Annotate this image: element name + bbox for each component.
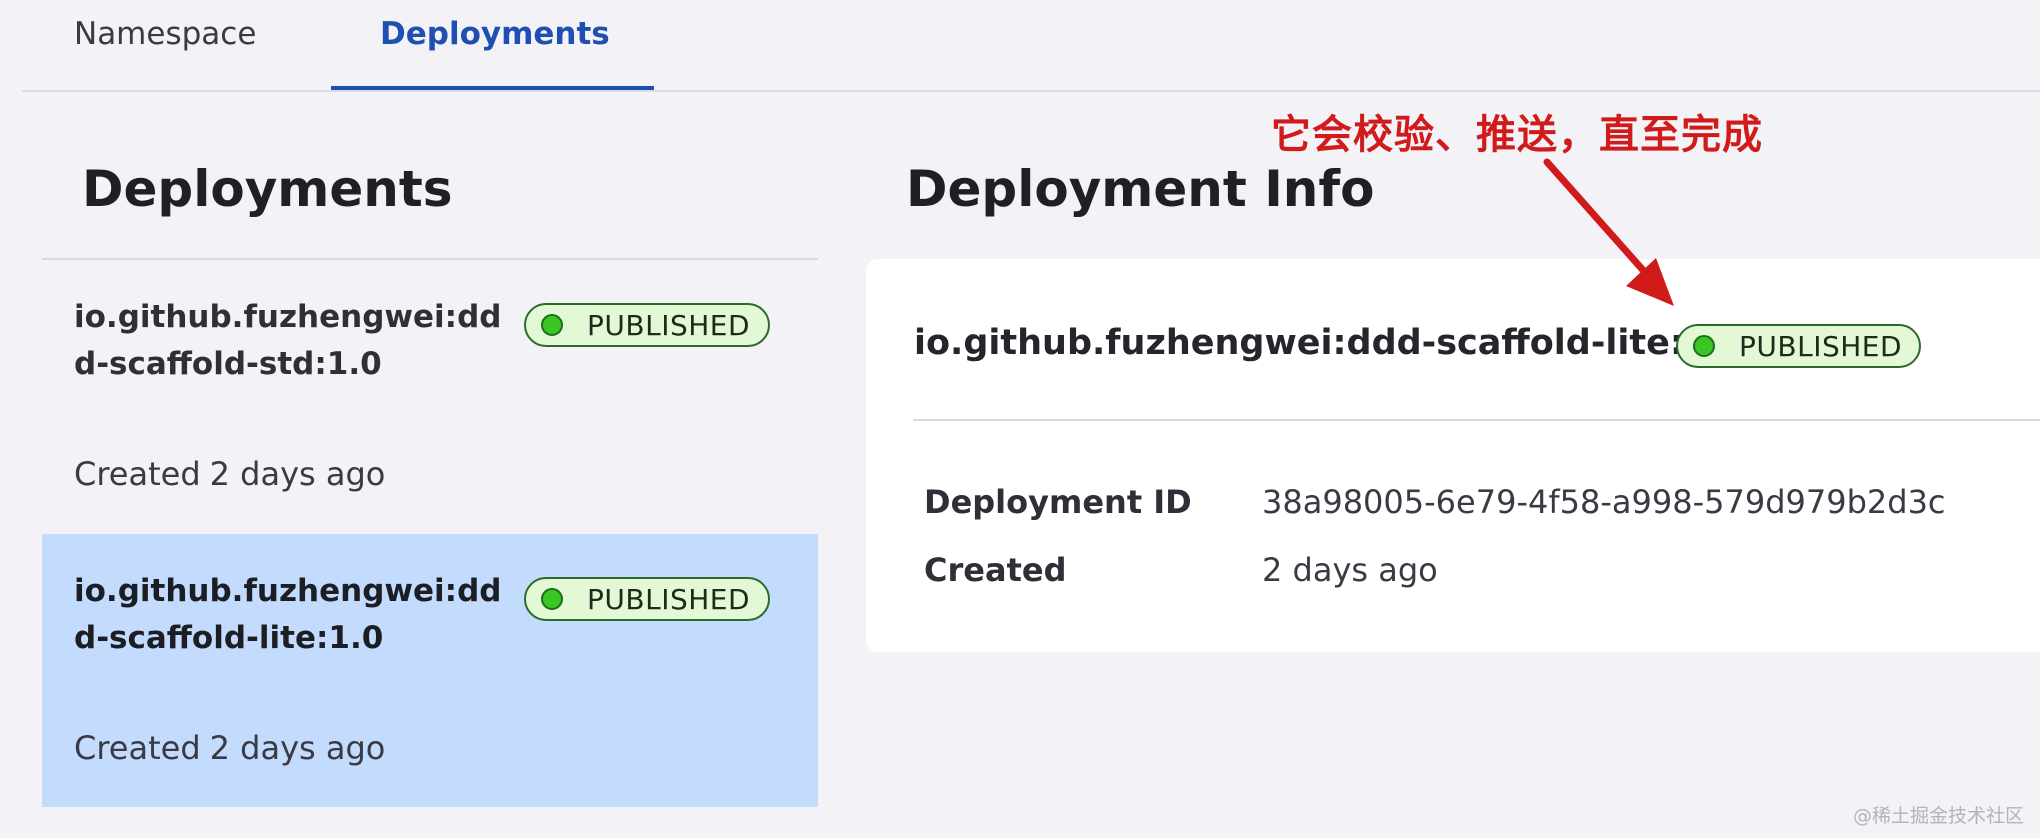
tab-namespace[interactable]: Namespace: [74, 16, 256, 52]
status-label: PUBLISHED: [587, 582, 751, 616]
status-dot-icon: [1693, 335, 1715, 357]
tab-deployments[interactable]: Deployments: [380, 16, 610, 52]
created-text: Created 2 days ago: [74, 729, 385, 767]
status-badge: PUBLISHED: [524, 303, 770, 347]
created-ago: 2 days ago: [209, 729, 386, 767]
created-label: Created: [924, 551, 1067, 589]
deployment-info-name: io.github.fuzhengwei:ddd-scaffold-lite:1…: [914, 323, 1746, 363]
watermark: @稀土掘金技术社区: [1852, 805, 2024, 827]
created-text: Created 2 days ago: [74, 455, 385, 493]
deployment-info-card: [866, 259, 2040, 652]
tab-bar: Namespace Deployments: [22, 0, 2040, 92]
status-dot-icon: [541, 588, 563, 610]
deployment-list-item[interactable]: io.github.fuzhengwei:ddd-scaffold-std:1.…: [42, 260, 818, 532]
deployment-name: io.github.fuzhengwei:ddd-scaffold-std:1.…: [74, 299, 502, 382]
status-dot-icon: [541, 314, 563, 336]
deployment-info-heading: Deployment Info: [906, 160, 1375, 218]
deployment-name: io.github.fuzhengwei:ddd-scaffold-lite:1…: [74, 573, 502, 656]
created-prefix: Created: [74, 729, 201, 767]
annotation-text: 它会校验、推送，直至完成: [1271, 112, 1763, 158]
created-ago: 2 days ago: [209, 455, 386, 493]
status-badge: PUBLISHED: [524, 577, 770, 621]
status-badge: PUBLISHED: [1676, 324, 1921, 368]
deployment-list-item-selected[interactable]: io.github.fuzhengwei:ddd-scaffold-lite:1…: [42, 534, 818, 807]
divider: [913, 419, 2040, 421]
deployments-heading: Deployments: [82, 160, 453, 218]
deployment-id-value: 38a98005-6e79-4f58-a998-579d979b2d3c: [1262, 483, 1946, 521]
created-value: 2 days ago: [1262, 551, 1438, 589]
active-tab-indicator: [331, 86, 654, 90]
arrow-icon: [1543, 158, 1674, 306]
deployment-id-label: Deployment ID: [924, 483, 1192, 521]
status-label: PUBLISHED: [587, 308, 751, 342]
status-label: PUBLISHED: [1739, 329, 1903, 363]
created-prefix: Created: [74, 455, 201, 493]
